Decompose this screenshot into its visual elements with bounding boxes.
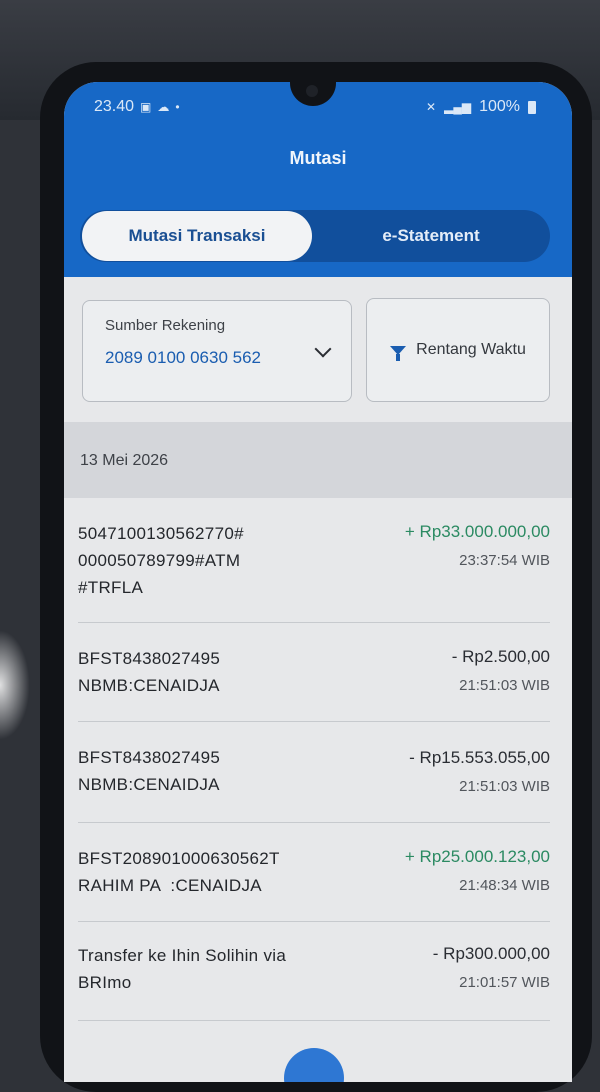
transaction-time: 21:51:03 WIB xyxy=(459,778,550,795)
status-bar-left: 23.40 ▣ ☁ • xyxy=(94,98,180,116)
notification-icon: ▣ xyxy=(140,100,152,114)
battery-icon xyxy=(528,100,536,114)
transaction-item[interactable]: BFST8438027495 NBMB:CENAIDJA - Rp2.500,0… xyxy=(78,623,550,722)
signal-icon: ▂▄▆ xyxy=(444,100,472,114)
cloud-icon: ☁ xyxy=(157,100,170,114)
page-title: Mutasi xyxy=(289,148,347,168)
transaction-description-line: BRImo xyxy=(78,973,132,992)
account-source-label: Sumber Rekening xyxy=(105,317,226,334)
chevron-down-icon xyxy=(314,340,332,358)
transaction-time: 21:48:34 WIB xyxy=(459,877,550,894)
bottom-nav-center-button[interactable] xyxy=(284,1048,344,1082)
mute-icon: ✕ xyxy=(426,100,437,114)
transaction-description: Transfer ke Ihin Solihin via BRImo xyxy=(78,942,286,996)
date-range-filter-label: Rentang Waktu xyxy=(416,341,526,358)
date-range-filter-button[interactable]: Rentang Waktu xyxy=(366,298,550,402)
transaction-amount: - Rp2.500,00 xyxy=(451,647,550,666)
account-number: 2089 0100 0630 562 xyxy=(105,348,261,367)
transaction-amount: - Rp300.000,00 xyxy=(432,944,550,963)
camera-icon xyxy=(306,85,318,97)
tab-e-statement[interactable]: e-Statement xyxy=(312,210,550,262)
transaction-time: 21:51:03 WIB xyxy=(459,677,550,694)
transaction-item[interactable]: BFST208901000630562T RAHIM PA :CENAIDJA … xyxy=(78,823,550,922)
transaction-time: 23:37:54 WIB xyxy=(459,552,550,569)
transaction-description: BFST208901000630562T RAHIM PA :CENAIDJA xyxy=(78,845,280,899)
dot-icon: • xyxy=(175,100,180,114)
transaction-description-line: 000050789799#ATM xyxy=(78,551,241,570)
transaction-description: 5047100130562770# 000050789799#ATM #TRFL… xyxy=(78,520,244,601)
transaction-description: BFST8438027495 NBMB:CENAIDJA xyxy=(78,645,220,699)
account-source-dropdown[interactable]: Sumber Rekening 2089 0100 0630 562 xyxy=(82,300,352,402)
transaction-amount: + Rp25.000.123,00 xyxy=(404,847,550,866)
transaction-description-line: RAHIM PA :CENAIDJA xyxy=(78,876,262,895)
phone-screen: 23.40 ▣ ☁ • ✕ ▂▄▆ 100% Mutasi Mutasi Tra… xyxy=(64,82,572,1082)
transaction-description-line: #TRFLA xyxy=(78,578,144,597)
tab-bar: Mutasi Transaksi e-Statement xyxy=(80,210,550,262)
background-light-glare xyxy=(0,630,30,740)
transaction-description-line: BFST8438027495 xyxy=(78,748,221,767)
transaction-description-line: 5047100130562770# xyxy=(78,524,244,543)
battery-percent: 100% xyxy=(479,98,520,115)
transaction-description-line: NBMB:CENAIDJA xyxy=(78,775,220,794)
transaction-item[interactable]: Transfer ke Ihin Solihin via BRImo - Rp3… xyxy=(78,922,550,1021)
transaction-list: 5047100130562770# 000050789799#ATM #TRFL… xyxy=(64,498,572,1021)
transaction-description-line: Transfer ke Ihin Solihin via xyxy=(78,946,287,965)
transaction-description-line: NBMB:CENAIDJA xyxy=(78,676,220,695)
app-header: 23.40 ▣ ☁ • ✕ ▂▄▆ 100% Mutasi Mutasi Tra… xyxy=(64,82,572,277)
transaction-amount: - Rp15.553.055,00 xyxy=(409,748,550,767)
transaction-description-line: BFST8438027495 xyxy=(78,649,221,668)
transaction-amount: + Rp33.000.000,00 xyxy=(404,522,550,541)
date-group-label: 13 Mei 2026 xyxy=(80,452,169,469)
camera-notch xyxy=(290,82,336,106)
transaction-item[interactable]: BFST8438027495 NBMB:CENAIDJA - Rp15.553.… xyxy=(78,722,550,823)
filter-icon xyxy=(390,345,407,361)
transaction-time: 21:01:57 WIB xyxy=(459,974,550,991)
tab-mutasi-transaksi[interactable]: Mutasi Transaksi xyxy=(82,211,312,261)
transaction-item[interactable]: 5047100130562770# 000050789799#ATM #TRFL… xyxy=(78,498,550,623)
transaction-description: BFST8438027495 NBMB:CENAIDJA xyxy=(78,744,220,798)
date-group-header: 13 Mei 2026 xyxy=(64,422,572,498)
transaction-description-line: BFST208901000630562T xyxy=(78,849,280,868)
status-bar-right: ✕ ▂▄▆ 100% xyxy=(426,98,536,116)
status-time: 23.40 xyxy=(94,98,135,115)
